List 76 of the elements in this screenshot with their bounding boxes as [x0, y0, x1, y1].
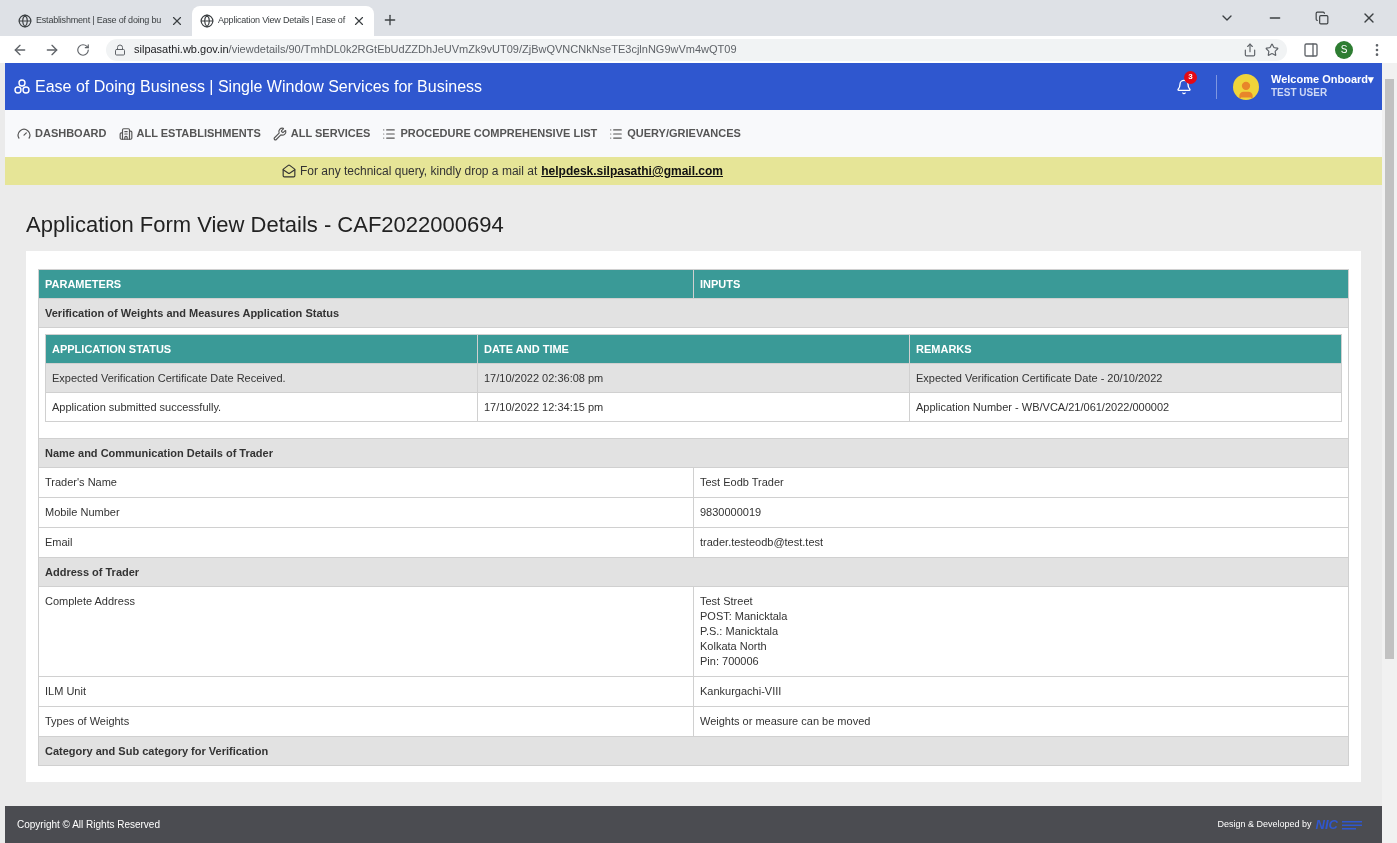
list-icon — [382, 126, 397, 141]
avatar[interactable] — [1233, 73, 1259, 100]
column-header: REMARKS — [909, 334, 1342, 364]
nic-logo: NIC — [1315, 815, 1338, 834]
new-tab-icon[interactable] — [382, 12, 398, 28]
section-title: Verification of Weights and Measures Application Status — [38, 298, 1349, 328]
field-label: Complete Address — [38, 586, 694, 677]
bell-icon[interactable] — [1176, 78, 1192, 95]
logo-lines-icon — [1342, 819, 1362, 830]
close-icon[interactable] — [352, 14, 366, 28]
gauge-icon — [17, 126, 31, 141]
column-header: PARAMETERS — [38, 269, 694, 299]
tab-title: Establishment | Ease of doing bu — [36, 14, 163, 28]
nav-link[interactable]: PROCEDURE COMPREHENSIVE LIST — [382, 125, 598, 142]
field-value: trader.testeodb@test.test — [700, 535, 825, 550]
close-icon[interactable] — [170, 14, 184, 28]
table-cell: 17/10/2022 12:34:15 pm — [477, 392, 910, 422]
user-icon — [1236, 79, 1256, 100]
email-link[interactable]: helpdesk.silpasathi@gmail.com — [541, 162, 723, 180]
field-label: ILM Unit — [38, 676, 694, 707]
address-bar[interactable]: silpasathi.wb.gov.in/viewdetails/90/TmhDL0k2RGtEbUdZZDhJeUVmZk9vUT09/ZjBwQVNCNkNseTE3cjlnNG9wVm4wQT09 — [106, 38, 1287, 61]
column-header: INPUTS — [693, 269, 1349, 299]
field-value: Pin: 700006 — [700, 654, 760, 669]
browser-tab[interactable]: Establishment | Ease of doing bu — [10, 6, 192, 36]
nav-link[interactable]: QUERY/GRIEVANCES — [609, 125, 741, 142]
mail-icon — [282, 164, 296, 178]
side-panel-icon[interactable] — [1303, 41, 1319, 58]
nav-link[interactable]: ALL ESTABLISHMENTS — [118, 125, 261, 142]
logo-icon — [13, 77, 31, 96]
list-icon — [609, 126, 624, 141]
banner-text: For any technical query, kindly drop a mail at — [300, 163, 538, 180]
wrench-icon — [272, 126, 287, 141]
table-cell: Application submitted successfully. — [45, 392, 478, 422]
field-value: 9830000019 — [700, 505, 763, 520]
notification-badge: 3 — [1184, 70, 1197, 84]
site-title: Ease of Doing Business | Single Window Services for Business — [35, 76, 483, 97]
section-title: Category and Sub category for Verification — [38, 736, 1349, 766]
nav-link[interactable]: ALL SERVICES — [272, 125, 371, 142]
url-text: silpasathi.wb.gov.in/viewdetails/90/TmhDL0k2RGtEbUdZZDhJeUVmZk9vUT09/ZjBwQVNCNkNseTE3cjlnNG9wVm4wQT09 — [134, 42, 737, 58]
lock-icon — [114, 43, 126, 56]
field-value: Test Street — [700, 594, 754, 609]
restore-icon[interactable] — [1315, 11, 1329, 25]
field-value: POST: Manicktala — [700, 609, 789, 624]
field-value: P.S.: Manicktala — [700, 624, 780, 639]
field-value: Kankurgachi-VIII — [700, 684, 783, 699]
share-icon[interactable] — [1243, 42, 1257, 57]
section-title: Address of Trader — [38, 557, 1349, 587]
table-cell: 17/10/2022 02:36:08 pm — [477, 363, 910, 393]
user-name: TEST USER — [1271, 87, 1329, 100]
section-title: Name and Communication Details of Trader — [38, 438, 1349, 468]
reload-icon[interactable] — [76, 42, 90, 57]
star-icon[interactable] — [1265, 42, 1279, 57]
field-value: Kolkata North — [700, 639, 768, 654]
tab-title: Application View Details | Ease of — [218, 14, 347, 28]
building-icon — [118, 126, 133, 141]
welcome-menu[interactable]: Welcome Onboard▾ — [1271, 73, 1374, 88]
copyright-text: Copyright © All Rights Reserved — [17, 818, 160, 832]
browser-tab[interactable]: Application View Details | Ease of — [192, 6, 374, 36]
globe-icon — [200, 14, 214, 28]
nav-link[interactable]: DASHBOARD — [17, 125, 107, 142]
field-value: Weights or measure can be moved — [700, 714, 872, 729]
table-cell: Expected Verification Certificate Date - 20/10/2022 — [909, 363, 1342, 393]
column-header: DATE AND TIME — [477, 334, 910, 364]
table-cell: Application Number - WB/VCA/21/061/2022/000002 — [909, 392, 1342, 422]
page-title: Application Form View Details - CAF2022000694 — [26, 211, 505, 239]
field-label: Email — [38, 527, 694, 558]
field-label: Types of Weights — [38, 706, 694, 737]
field-label: Trader's Name — [38, 467, 694, 498]
profile-avatar[interactable]: S — [1335, 40, 1353, 59]
field-label: Mobile Number — [38, 497, 694, 528]
column-header: APPLICATION STATUS — [45, 334, 478, 364]
credit-text: Design & Developed by — [1217, 817, 1312, 831]
field-value: Test Eodb Trader — [700, 475, 785, 490]
globe-icon — [18, 14, 32, 28]
scrollbar[interactable] — [1382, 63, 1397, 843]
table-cell: Expected Verification Certificate Date Received. — [45, 363, 478, 393]
